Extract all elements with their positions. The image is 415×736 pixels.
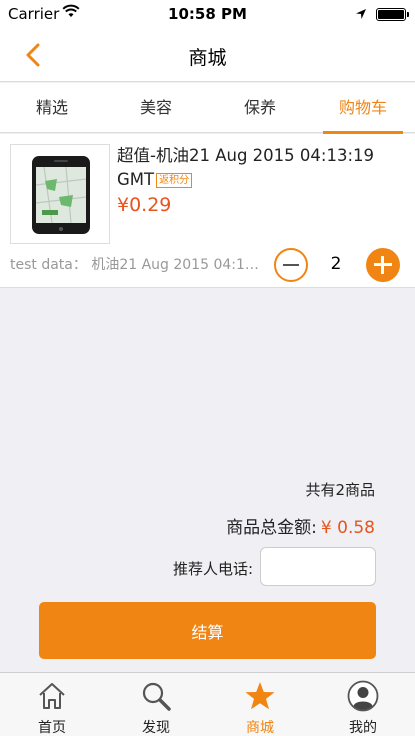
- bottom-tab-bar: 首页 发现 商城 我的: [0, 672, 415, 736]
- product-name[interactable]: 超值-机油21 Aug 2015 04:13:19 GMT 返积分: [117, 144, 409, 192]
- increase-quantity-button[interactable]: [366, 248, 400, 282]
- referrer-phone-input[interactable]: [260, 547, 376, 586]
- tab-featured[interactable]: 精选: [0, 83, 104, 133]
- tabbar-home-label: 首页: [38, 720, 66, 736]
- tabbar-home[interactable]: 首页: [0, 673, 104, 736]
- page-title: 商城: [188, 47, 227, 69]
- battery-icon: [376, 8, 409, 21]
- product-thumbnail[interactable]: [10, 144, 110, 244]
- test-data-text: test data： 机油21 Aug 2015 04:13:19 GMT: [10, 257, 265, 273]
- item-count-text: 共有2商品: [305, 481, 375, 499]
- star-icon: [245, 682, 275, 710]
- tabbar-discover-label: 发现: [142, 720, 170, 736]
- total-amount: ¥ 0.58: [320, 518, 375, 538]
- tab-beauty[interactable]: 美容: [104, 83, 208, 133]
- decrease-quantity-button[interactable]: [274, 248, 308, 282]
- product-price: ¥0.29: [117, 194, 172, 216]
- total-label: 商品总金额:: [226, 518, 317, 538]
- tabbar-mall[interactable]: 商城: [208, 673, 312, 736]
- tabbar-discover[interactable]: 发现: [104, 673, 208, 736]
- status-bar: Carrier 10:58 PM: [0, 0, 415, 28]
- category-tabs: 精选 美容 保养 购物车: [0, 83, 415, 134]
- tabbar-mall-label: 商城: [246, 720, 274, 736]
- home-icon: [39, 683, 65, 709]
- referrer-phone-label: 推荐人电话:: [172, 560, 253, 578]
- clock: 10:58 PM: [168, 5, 247, 23]
- search-icon: [142, 682, 171, 711]
- tabbar-me[interactable]: 我的: [311, 673, 415, 736]
- tab-maintenance[interactable]: 保养: [208, 83, 312, 133]
- checkout-button[interactable]: 结算: [39, 602, 376, 659]
- cart-item: 超值-机油21 Aug 2015 04:13:19 GMT 返积分 ¥0.29 t…: [0, 134, 415, 288]
- total-amount-row: 商品总金额: ¥ 0.58: [226, 513, 375, 538]
- tabbar-me-label: 我的: [349, 720, 377, 736]
- location-arrow-icon: [355, 6, 367, 24]
- phone-image-icon: [32, 156, 90, 234]
- quantity-value: 2: [330, 254, 342, 274]
- profile-icon: [347, 680, 379, 712]
- rebate-badge: 返积分: [156, 173, 193, 188]
- tab-cart[interactable]: 购物车: [311, 83, 415, 134]
- navigation-bar: 商城: [0, 28, 415, 82]
